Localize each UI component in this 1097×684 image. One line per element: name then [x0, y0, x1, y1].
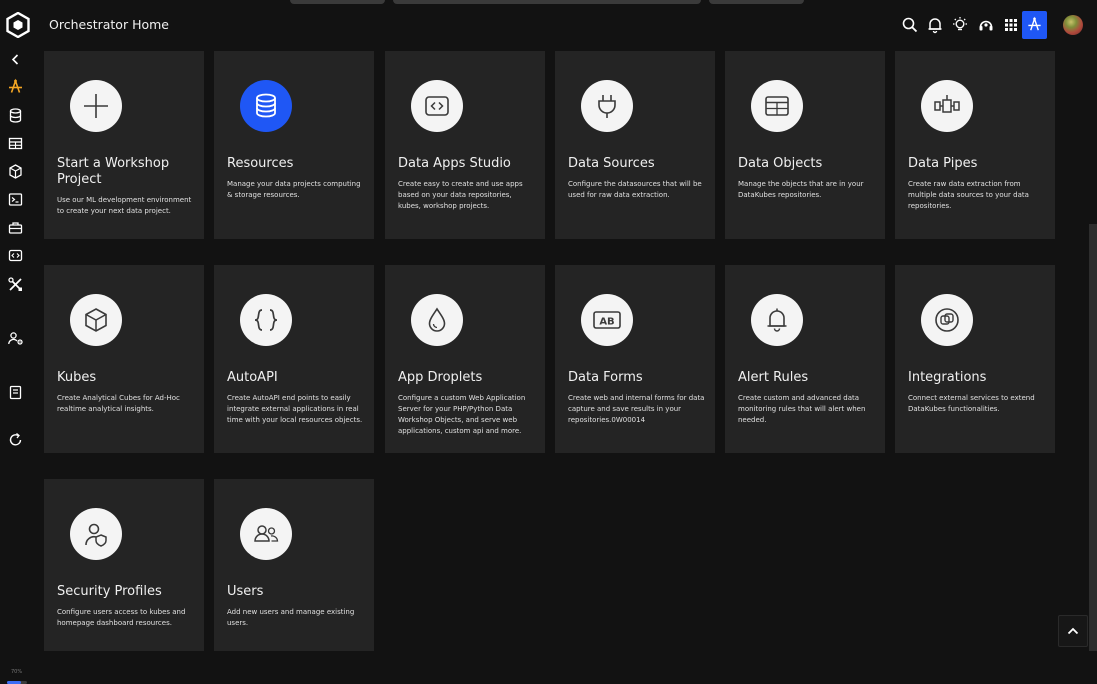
database-icon [240, 80, 292, 132]
card-data-pipes[interactable]: Data Pipes Create raw data extraction fr… [895, 51, 1055, 239]
sidebar-item-toolbox[interactable] [7, 219, 24, 236]
tab-pill[interactable] [709, 0, 804, 4]
users-icon [240, 508, 292, 560]
card-title: Data Pipes [908, 156, 978, 171]
card-data-sources[interactable]: Data Sources Configure the datasources t… [555, 51, 715, 239]
card-description: Use our ML development environment to cr… [57, 196, 192, 215]
card-kubes[interactable]: Kubes Create Analytical Cubes for Ad-Hoc… [44, 265, 204, 453]
app-logo-icon[interactable] [5, 11, 31, 39]
card-security-profiles[interactable]: Security Profiles Configure users access… [44, 479, 204, 651]
support-icon[interactable] [977, 16, 995, 34]
card-data-objects[interactable]: Data Objects Manage the objects that are… [725, 51, 885, 239]
orchestrator-icon [9, 78, 22, 93]
sidebar-item-orchestrator[interactable] [7, 78, 24, 95]
top-bar: Orchestrator Home [0, 0, 1097, 51]
card-description: Manage the objects that are in your Data… [738, 180, 864, 199]
card-description: Create AutoAPI end points to easily inte… [227, 394, 363, 424]
card-description: Create easy to create and use apps based… [398, 180, 523, 210]
scrollbar[interactable] [1089, 224, 1097, 651]
form-ab-icon: AB [581, 294, 633, 346]
card-users[interactable]: Users Add new users and manage existing … [214, 479, 374, 651]
apps-grid-icon[interactable] [1002, 16, 1020, 34]
plug-icon [581, 80, 633, 132]
card-description: Create custom and advanced data monitori… [738, 394, 866, 424]
cube-icon [9, 164, 22, 179]
code-window-icon [411, 80, 463, 132]
bell-icon[interactable] [926, 16, 944, 34]
search-icon[interactable] [901, 16, 919, 34]
integrations-icon [921, 294, 973, 346]
card-integrations[interactable]: Integrations Connect external services t… [895, 265, 1055, 453]
sidebar-item-refresh[interactable] [7, 431, 24, 448]
user-settings-icon [8, 332, 23, 345]
card-title: Data Sources [568, 156, 655, 171]
notebook-icon [9, 385, 22, 400]
card-title: Data Objects [738, 156, 823, 171]
card-resources[interactable]: Resources Manage your data projects comp… [214, 51, 374, 239]
tab-pill[interactable] [290, 0, 385, 4]
card-alert-rules[interactable]: Alert Rules Create custom and advanced d… [725, 265, 885, 453]
sidebar-item-kubes[interactable] [7, 163, 24, 180]
card-description: Create Analytical Cubes for Ad-Hoc realt… [57, 394, 180, 413]
user-shield-icon [70, 508, 122, 560]
sidebar-item-data-objects[interactable] [7, 135, 24, 152]
refresh-icon [9, 432, 22, 446]
card-description: Configure a custom Web Application Serve… [398, 394, 526, 435]
card-description: Connect external services to extend Data… [908, 394, 1035, 413]
card-title: AutoAPI [227, 370, 278, 385]
collapse-chevron-icon[interactable] [7, 51, 24, 68]
code-window-icon [8, 249, 23, 262]
card-title: Users [227, 584, 264, 599]
card-description: Manage your data projects computing & st… [227, 180, 361, 199]
plus-icon [70, 80, 122, 132]
card-description: Create raw data extraction from multiple… [908, 180, 1029, 210]
card-title: Alert Rules [738, 370, 809, 385]
svg-text:AB: AB [599, 317, 614, 328]
braces-icon [240, 294, 292, 346]
sidebar-item-user-settings[interactable] [7, 330, 24, 347]
card-title: Resources [227, 156, 294, 171]
sidebar-item-data-apps[interactable] [7, 247, 24, 264]
toolbox-icon [8, 222, 23, 234]
cube-icon [70, 294, 122, 346]
sidebar-item-terminal[interactable] [7, 191, 24, 208]
tools-icon [8, 277, 22, 291]
card-title: Start a Workshop Project [57, 156, 170, 187]
card-title: Data Apps Studio [398, 156, 511, 171]
page-title: Orchestrator Home [49, 17, 169, 32]
table-icon [8, 137, 23, 150]
sidebar-item-tools[interactable] [7, 276, 24, 293]
terminal-icon [8, 193, 23, 206]
orchestrator-button[interactable] [1022, 11, 1047, 39]
bell-icon [751, 294, 803, 346]
database-icon [9, 108, 22, 123]
card-title: App Droplets [398, 370, 483, 385]
sidebar: 70% [0, 51, 31, 684]
zoom-label: 70% [11, 669, 23, 675]
sidebar-item-resources[interactable] [7, 107, 24, 124]
table-icon [751, 80, 803, 132]
lightbulb-icon[interactable] [951, 16, 969, 34]
card-title: Data Forms [568, 370, 643, 385]
chevron-up-icon [1067, 627, 1079, 635]
card-description: Add new users and manage existing users. [227, 608, 355, 627]
card-description: Create web and internal forms for data c… [568, 394, 705, 424]
card-title: Integrations [908, 370, 987, 385]
card-start-workshop-project[interactable]: Start a Workshop Project Use our ML deve… [44, 51, 204, 239]
card-description: Configure users access to kubes and home… [57, 608, 186, 627]
pipes-icon [921, 80, 973, 132]
card-autoapi[interactable]: AutoAPI Create AutoAPI end points to eas… [214, 265, 374, 453]
card-data-apps-studio[interactable]: Data Apps Studio Create easy to create a… [385, 51, 545, 239]
card-app-droplets[interactable]: App Droplets Configure a custom Web Appl… [385, 265, 545, 453]
back-to-top-button[interactable] [1058, 615, 1088, 647]
tab-pill[interactable] [393, 0, 701, 4]
orchestrator-icon [1028, 16, 1041, 31]
avatar[interactable] [1063, 15, 1083, 35]
card-title: Security Profiles [57, 584, 162, 599]
sidebar-item-notebook[interactable] [7, 384, 24, 401]
card-data-forms[interactable]: AB Data Forms Create web and internal fo… [555, 265, 715, 453]
card-description: Configure the datasources that will be u… [568, 180, 702, 199]
card-title: Kubes [57, 370, 97, 385]
droplet-icon [411, 294, 463, 346]
